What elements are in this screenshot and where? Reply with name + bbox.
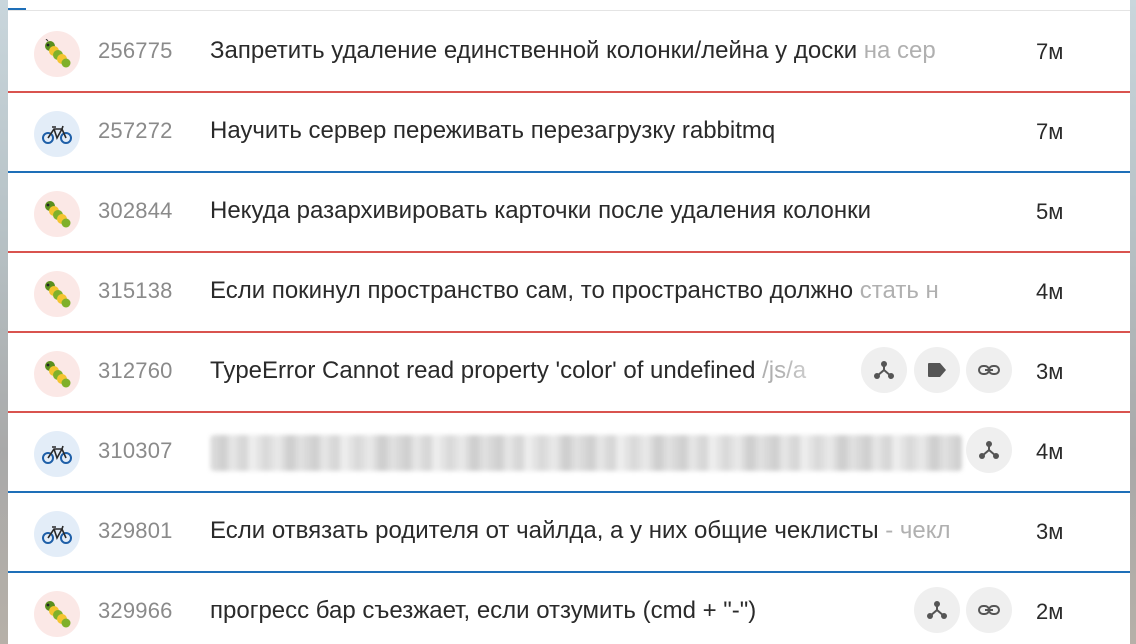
card-time: 7м <box>1036 119 1064 144</box>
card-title[interactable]: Научить сервер переживать перезагрузку r… <box>210 117 1022 145</box>
card-time: 2м <box>1036 599 1064 624</box>
card-number: 302844 <box>98 198 173 223</box>
card-time: 5м <box>1036 199 1064 224</box>
card-number: 256775 <box>98 38 173 63</box>
link-icon <box>978 365 1000 375</box>
card-row[interactable]: 329801 Если отвязать родителя от чайлда,… <box>8 491 1130 573</box>
card-title[interactable]: прогресс бар съезжает, если отзумить (cm… <box>210 597 956 625</box>
card-list-panel: 256775 Запретить удаление единственной к… <box>8 0 1130 644</box>
card-time: 4м <box>1036 439 1064 464</box>
link-button[interactable] <box>966 347 1012 393</box>
card-number: 329801 <box>98 518 173 543</box>
card-row[interactable]: 310307 4м <box>8 411 1130 493</box>
bicycle-icon <box>34 111 80 157</box>
card-number: 257272 <box>98 118 173 143</box>
title-fade <box>948 511 1028 555</box>
card-title[interactable]: TypeError Cannot read property 'color' o… <box>210 357 850 385</box>
caterpillar-icon <box>34 591 80 637</box>
title-fade <box>948 271 1028 315</box>
card-title[interactable]: Если покинул пространство сам, то простр… <box>210 277 1022 305</box>
caterpillar-icon <box>34 271 80 317</box>
tag-button[interactable] <box>914 347 960 393</box>
hierarchy-icon <box>927 601 947 619</box>
card-title[interactable]: Некуда разархивировать карточки после уд… <box>210 197 1022 225</box>
card-number: 312760 <box>98 358 173 383</box>
title-fade <box>778 351 858 395</box>
hierarchy-button[interactable] <box>914 587 960 633</box>
hierarchy-icon <box>874 361 894 379</box>
card-number: 310307 <box>98 438 173 463</box>
link-button[interactable] <box>966 587 1012 633</box>
hierarchy-button[interactable] <box>966 427 1012 473</box>
bicycle-icon <box>34 511 80 557</box>
caterpillar-icon <box>34 191 80 237</box>
link-icon <box>978 605 1000 615</box>
blurred-title[interactable] <box>210 435 962 471</box>
tag-icon <box>928 363 946 377</box>
card-title[interactable]: Запретить удаление единственной колонки/… <box>210 37 1022 65</box>
bicycle-icon <box>34 431 80 477</box>
hierarchy-button[interactable] <box>861 347 907 393</box>
card-row[interactable]: 315138 Если покинул пространство сам, то… <box>8 251 1130 333</box>
card-time: 3м <box>1036 359 1064 384</box>
caterpillar-icon <box>34 351 80 397</box>
card-number: 315138 <box>98 278 173 303</box>
card-title[interactable]: Если отвязать родителя от чайлда, а у ни… <box>210 517 1022 545</box>
card-number: 329966 <box>98 598 173 623</box>
card-row[interactable]: 257272 Научить сервер переживать перезаг… <box>8 91 1130 173</box>
card-row[interactable]: 329966 прогресс бар съезжает, если отзум… <box>8 571 1130 644</box>
card-row[interactable]: 312760 TypeError Cannot read property 'c… <box>8 331 1130 413</box>
caterpillar-icon <box>34 31 80 77</box>
card-time: 7м <box>1036 39 1064 64</box>
title-fade <box>948 31 1028 75</box>
card-row[interactable]: 256775 Запретить удаление единственной к… <box>8 11 1130 93</box>
card-time: 4м <box>1036 279 1064 304</box>
card-row[interactable]: 302844 Некуда разархивировать карточки п… <box>8 171 1130 253</box>
hierarchy-icon <box>979 441 999 459</box>
card-time: 3м <box>1036 519 1064 544</box>
